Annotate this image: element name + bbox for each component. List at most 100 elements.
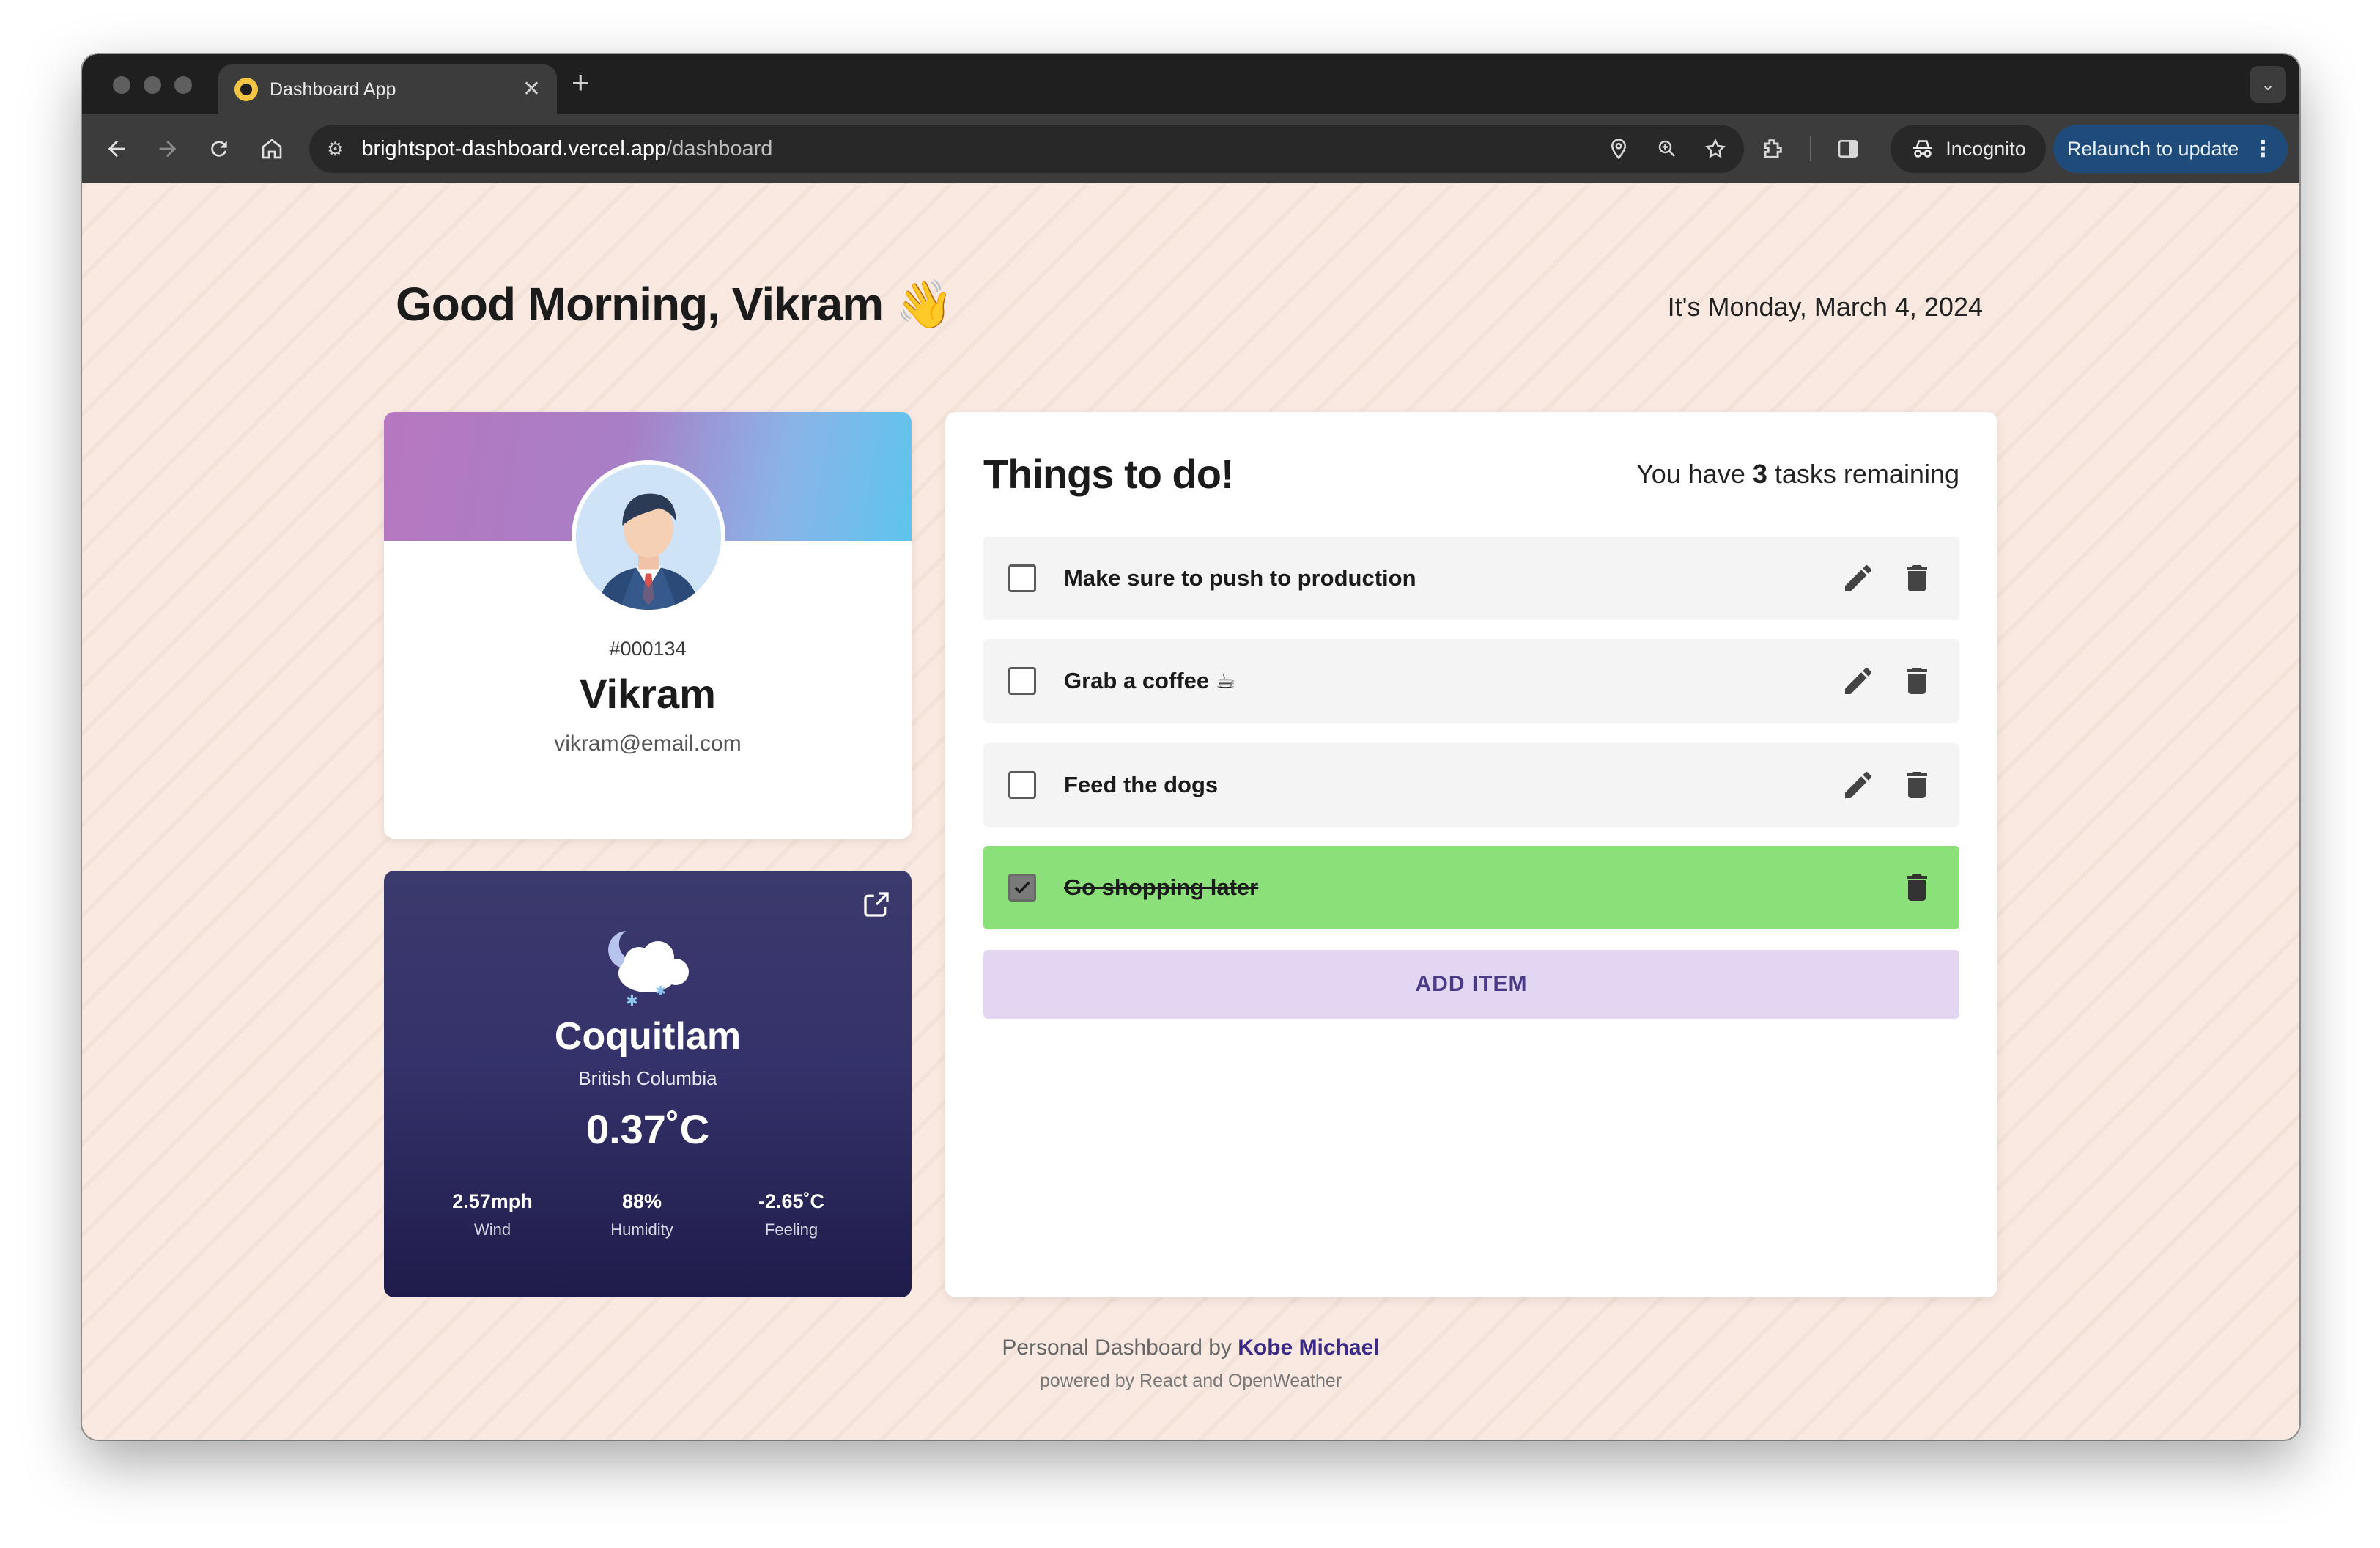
weather-stat-wind: 2.57mph Wind [426,1190,558,1239]
task-checkbox[interactable] [1008,564,1036,592]
weather-card: ✱ ✱ Coquitlam British Columbia 0.37˚C 2.… [384,871,912,1297]
favicon-icon [234,78,258,101]
stat-label: Wind [473,1220,511,1239]
maximize-window-button[interactable] [174,76,192,94]
checkmark-icon [1014,881,1030,894]
add-item-button[interactable]: ADD ITEM [983,950,1959,1019]
todo-card: Things to do! You have 3 tasks remaining… [945,412,1998,1297]
omnibox-actions [1608,138,1726,160]
weather-city: Coquitlam [554,1015,742,1058]
weather-region: British Columbia [578,1067,717,1089]
stat-value: -2.65˚C [758,1190,825,1212]
task-actions [1841,561,1934,596]
stat-label: Humidity [610,1220,673,1239]
new-tab-button[interactable]: + [572,67,590,98]
arrow-left-icon [108,140,125,158]
profile-card: #000134 Vikram vikram@email.com [384,412,912,838]
task-checkbox[interactable] [1008,667,1036,695]
open-external-icon[interactable] [862,890,891,919]
remaining-count: 3 [1752,459,1767,489]
task-actions [1841,767,1934,803]
todo-title: Things to do! [983,451,1235,497]
profile-name: Vikram [580,671,716,717]
kebab-menu-icon[interactable]: ⋮ [2252,136,2274,162]
profile-email: vikram@email.com [554,731,742,756]
weather-stat-feeling: -2.65˚C Feeling [725,1190,857,1239]
task-text: Feed the dogs [1064,772,1219,797]
author-link[interactable]: Kobe Michael [1238,1335,1379,1360]
forward-button[interactable] [149,130,186,167]
task-item-completed: Go shopping later [983,846,1959,929]
tab-title: Dashboard App [270,78,396,100]
tab-search-button[interactable]: ⌄ [2250,66,2286,103]
edit-pencil-icon[interactable] [1841,767,1876,803]
businessman-avatar-icon [576,465,721,610]
reload-button[interactable] [201,130,237,167]
url-host: brightspot-dashboard.vercel.app [361,136,667,161]
task-item: Feed the dogs [983,743,1959,827]
browser-window: Dashboard App ✕ + ⌄ ⚙ brightspot-dashboa… [82,54,2299,1440]
delete-trash-icon[interactable] [1899,870,1934,905]
relaunch-button[interactable]: Relaunch to update ⋮ [2053,125,2288,173]
delete-trash-icon[interactable] [1899,663,1934,699]
minimize-window-button[interactable] [144,76,161,94]
task-item: Grab a coffee ☕ [983,639,1959,723]
home-button[interactable] [254,130,290,167]
url-path: /dashboard [666,136,773,161]
task-text: Grab a coffee ☕ [1064,668,1236,693]
window-controls [113,76,192,94]
incognito-indicator[interactable]: Incognito [1891,125,2046,173]
tab-close-icon[interactable]: ✕ [522,78,541,100]
back-button[interactable] [98,130,135,167]
browser-toolbar: ⚙ brightspot-dashboard.vercel.app/dashbo… [82,114,2299,183]
tab-strip: Dashboard App ✕ + ⌄ [82,54,2299,114]
dashboard-page: Good Morning, Vikram 👋 It's Monday, Marc… [82,183,2299,1440]
task-actions [1899,870,1934,905]
avatar [572,460,725,614]
close-window-button[interactable] [113,76,130,94]
svg-text:✱: ✱ [626,992,638,1009]
arrow-right-icon [159,140,177,158]
home-icon [262,139,282,159]
footer-credit: Personal Dashboard by Kobe Michael [82,1335,2299,1360]
url-text[interactable]: brightspot-dashboard.vercel.app/dashboar… [361,137,772,161]
snow-cloud-night-icon: ✱ ✱ [608,931,689,1009]
reload-icon [211,141,227,157]
bookmark-star-icon[interactable] [1704,138,1726,160]
delete-trash-icon[interactable] [1899,561,1934,596]
tasks-remaining: You have 3 tasks remaining [1636,459,1959,490]
address-bar[interactable]: ⚙ brightspot-dashboard.vercel.app/dashbo… [309,125,1744,173]
zoom-icon[interactable] [1656,138,1678,160]
extensions-icon[interactable] [1760,136,1785,161]
greeting-heading: Good Morning, Vikram 👋 [396,277,954,332]
footer-prefix: Personal Dashboard by [1002,1335,1238,1360]
tab-dashboard[interactable]: Dashboard App ✕ [218,64,557,114]
date-text: It's Monday, March 4, 2024 [1667,292,1983,322]
incognito-icon [1913,140,1933,158]
side-panel-icon[interactable] [1836,137,1860,161]
site-settings-icon[interactable]: ⚙ [327,138,344,161]
task-checkbox[interactable] [1008,771,1036,799]
stat-value: 88% [621,1190,662,1212]
toolbar-divider [1810,136,1811,161]
profile-id: #000134 [609,638,687,660]
stat-value: 2.57mph [452,1190,533,1212]
task-checkbox-checked[interactable] [1008,874,1036,902]
edit-pencil-icon[interactable] [1841,663,1876,699]
svg-text:✱: ✱ [655,984,666,999]
relaunch-label: Relaunch to update [2066,137,2239,160]
task-item: Make sure to push to production [983,537,1959,620]
location-pin-icon[interactable] [1608,138,1630,160]
delete-trash-icon[interactable] [1899,767,1934,803]
remaining-prefix: You have [1636,459,1753,489]
weather-stat-humidity: 88% Humidity [576,1190,708,1239]
greeting-text: Good Morning, Vikram [396,278,884,331]
weather-stats: 2.57mph Wind 88% Humidity -2.65˚C Feelin… [426,1190,857,1239]
task-text: Make sure to push to production [1064,565,1416,591]
weather-temperature: 0.37˚C [585,1106,710,1152]
task-actions [1841,663,1934,699]
remaining-suffix: tasks remaining [1767,459,1959,489]
task-text: Go shopping later [1064,874,1259,900]
edit-pencil-icon[interactable] [1841,561,1876,596]
incognito-label: Incognito [1945,137,2026,160]
